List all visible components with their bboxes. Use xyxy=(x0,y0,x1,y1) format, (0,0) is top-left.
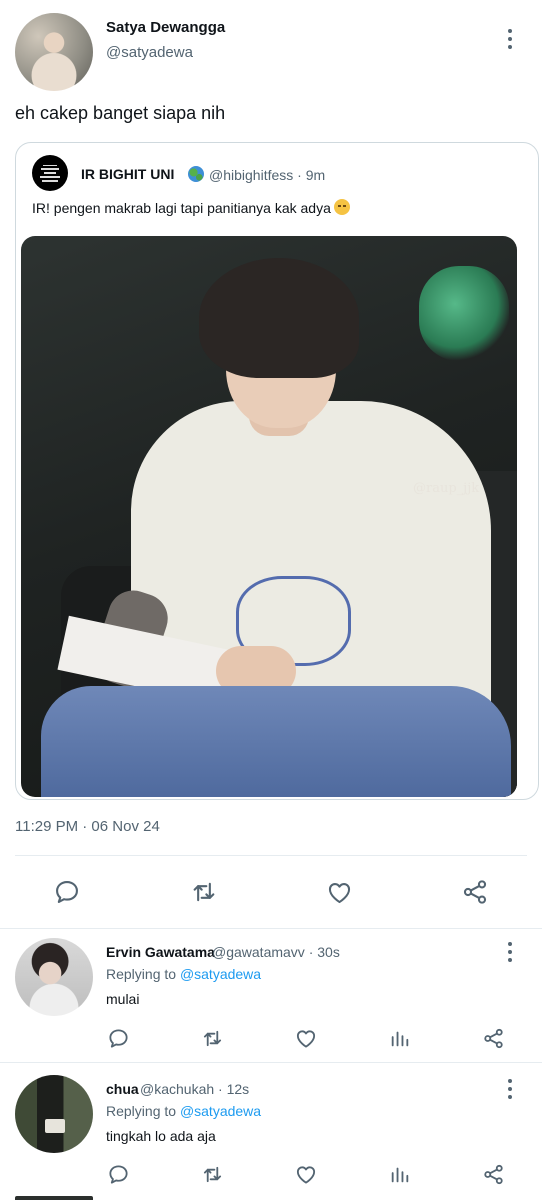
pensive-face-emoji xyxy=(334,199,350,215)
next-reply-avatar-edge xyxy=(15,1196,93,1200)
author-name[interactable]: Satya Dewangga xyxy=(106,19,225,36)
mention-link[interactable]: @satyadewa xyxy=(180,966,261,982)
reply-author-meta[interactable]: @kachukah · 12s xyxy=(140,1081,249,1097)
reply-author-name[interactable]: Ervin Gawatama xyxy=(106,944,215,960)
reply-author-name[interactable]: chua xyxy=(106,1081,139,1097)
share-icon[interactable] xyxy=(480,1025,506,1051)
like-icon[interactable] xyxy=(322,876,356,908)
more-vertical-icon[interactable] xyxy=(500,27,520,51)
replying-to-prefix: Replying to xyxy=(106,1103,177,1119)
photo-watermark: @raup_jjk xyxy=(413,481,480,496)
author-handle[interactable]: @satyadewa xyxy=(106,44,193,61)
views-icon[interactable] xyxy=(387,1161,413,1187)
reply-icon[interactable] xyxy=(50,876,84,908)
quoted-author-handle[interactable]: @hibighitfess · 9m xyxy=(209,167,325,183)
reply-text: mulai xyxy=(106,991,140,1007)
quoted-author-name[interactable]: IR BIGHIT UNI xyxy=(81,166,174,182)
reply-text: tingkah lo ada aja xyxy=(106,1128,216,1144)
author-avatar[interactable] xyxy=(15,13,93,91)
views-icon[interactable] xyxy=(387,1025,413,1051)
divider xyxy=(0,928,542,929)
divider xyxy=(15,855,527,856)
tweet-text: eh cakep banget siapa nih xyxy=(15,103,226,123)
quoted-tweet-photo[interactable]: @raup_jjk xyxy=(21,236,517,797)
like-icon[interactable] xyxy=(292,1025,320,1051)
mention-link[interactable]: @satyadewa xyxy=(180,1103,261,1119)
replying-to-prefix: Replying to xyxy=(106,966,177,982)
reply-icon[interactable] xyxy=(105,1025,131,1051)
retweet-icon[interactable] xyxy=(186,876,222,908)
more-vertical-icon[interactable] xyxy=(500,1077,520,1101)
quoted-tweet-text: IR! pengen makrab lagi tapi panitianya k… xyxy=(32,200,331,216)
quoted-tweet-card[interactable]: IR BIGHIT UNI @hibighitfess · 9m IR! pen… xyxy=(15,142,539,800)
quoted-author-avatar[interactable] xyxy=(32,155,68,191)
reply-avatar[interactable] xyxy=(15,1075,93,1153)
replying-to: Replying to @satyadewa xyxy=(106,1103,261,1119)
reply-icon[interactable] xyxy=(105,1161,131,1187)
like-icon[interactable] xyxy=(292,1161,320,1187)
globe-emoji xyxy=(188,166,204,182)
retweet-icon[interactable] xyxy=(197,1025,227,1051)
more-vertical-icon[interactable] xyxy=(500,940,520,964)
reply-avatar[interactable] xyxy=(15,938,93,1016)
share-icon[interactable] xyxy=(480,1161,506,1187)
divider xyxy=(0,1062,542,1063)
reply-author-meta[interactable]: @gawatamavv · 30s xyxy=(212,944,340,960)
retweet-icon[interactable] xyxy=(197,1161,227,1187)
share-icon[interactable] xyxy=(458,876,492,908)
replying-to: Replying to @satyadewa xyxy=(106,966,261,982)
tweet-timestamp[interactable]: 11:29 PM · 06 Nov 24 xyxy=(15,818,160,835)
